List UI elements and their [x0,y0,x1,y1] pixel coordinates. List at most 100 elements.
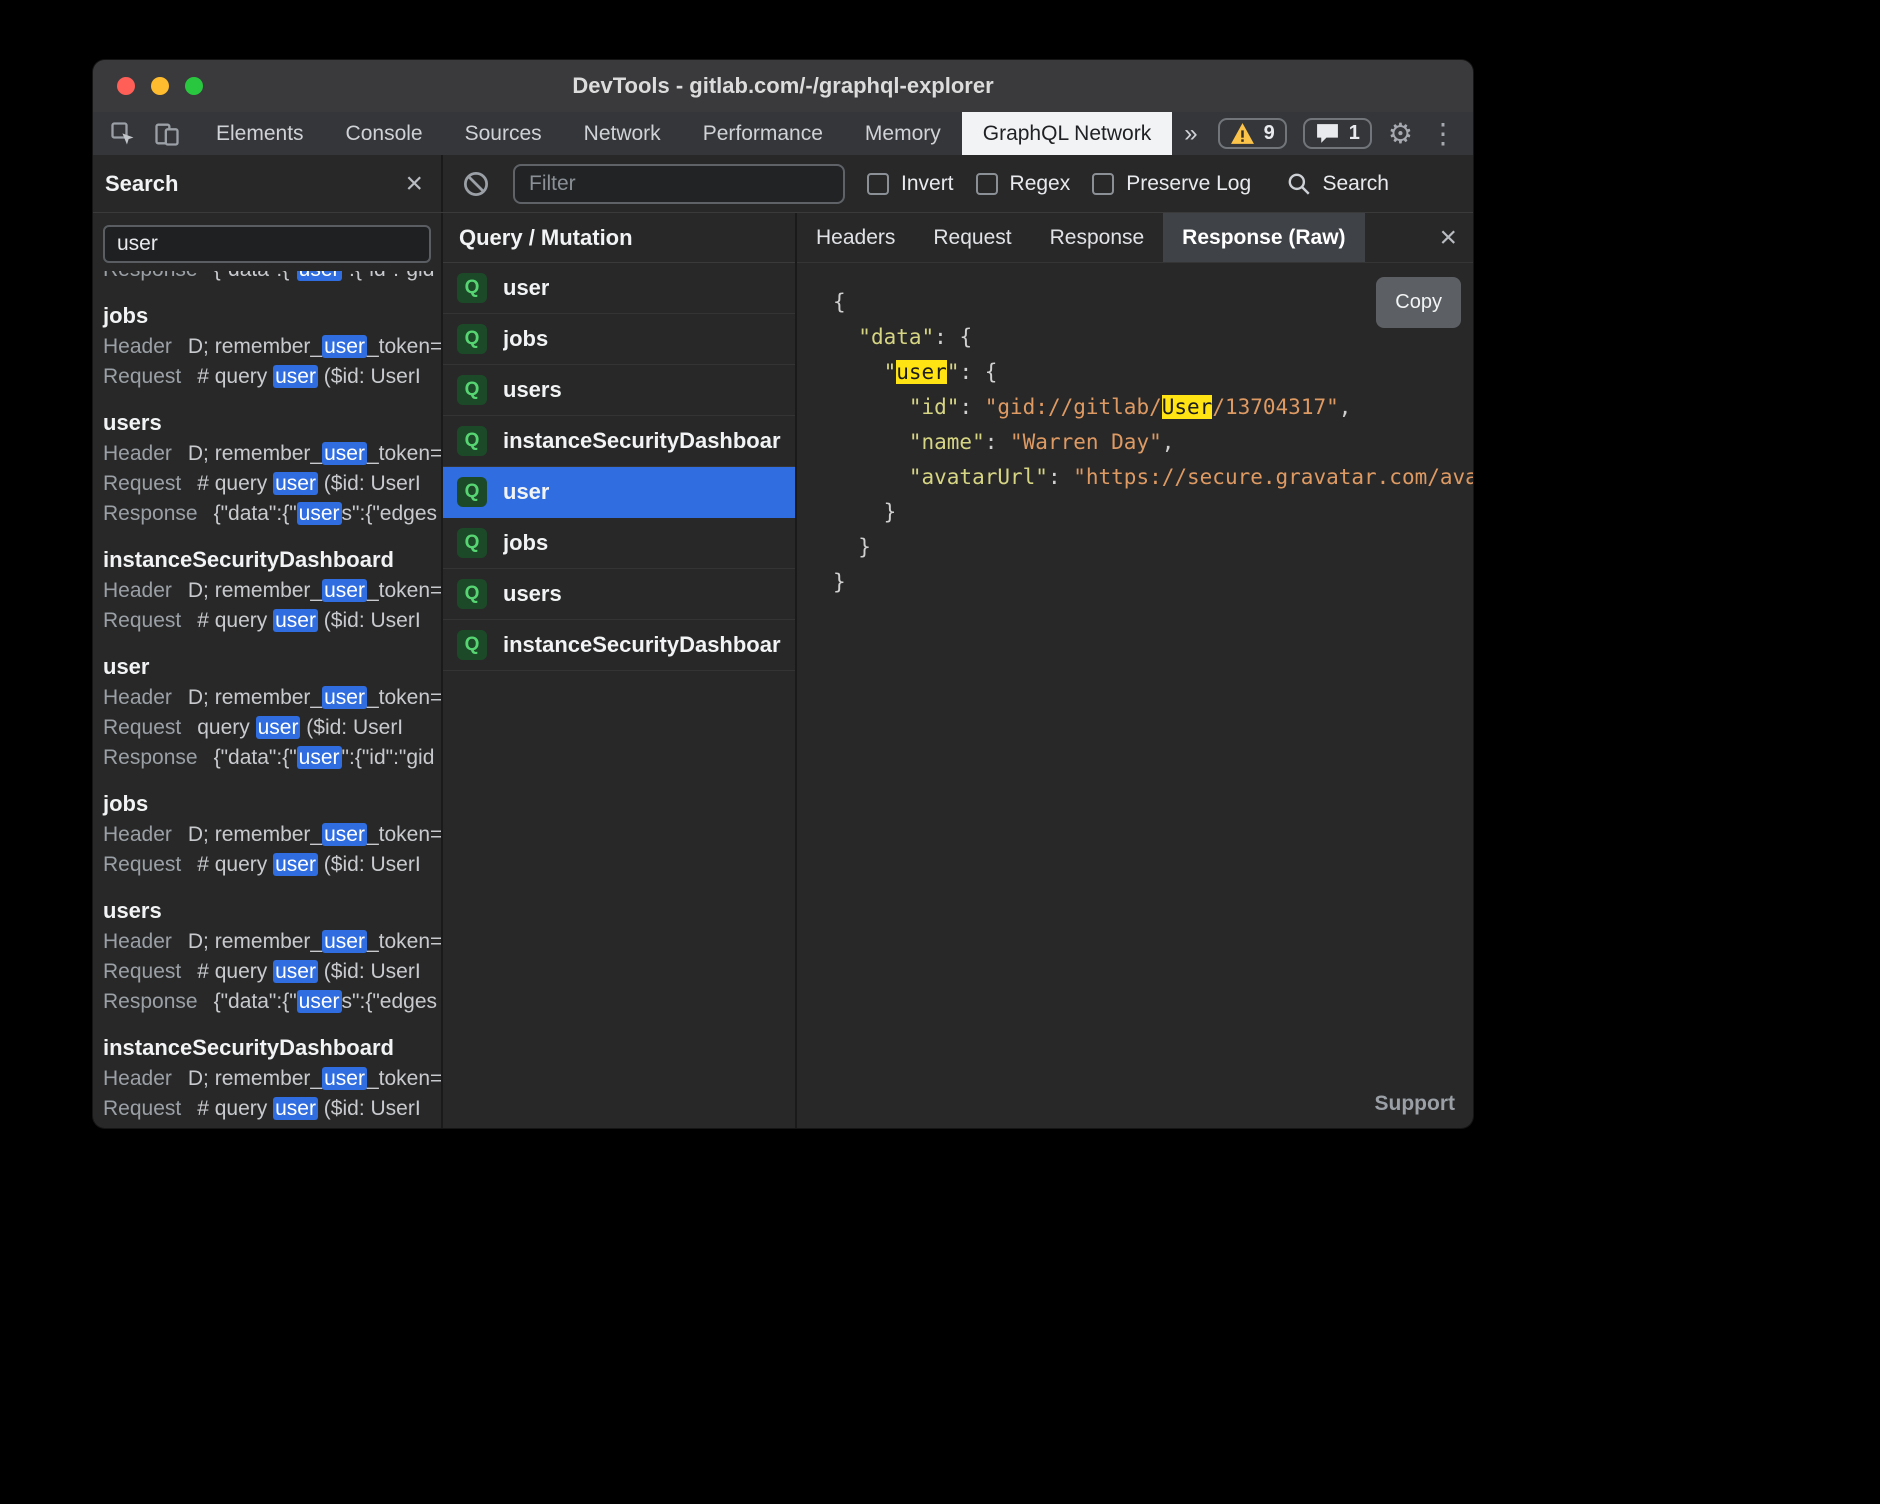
search-result-group: usersHeaderD; remember_user_token=eReque… [103,407,441,529]
kebab-menu-icon[interactable]: ⋮ [1429,120,1457,148]
query-label: users [503,377,562,403]
close-search-panel-icon[interactable]: × [405,169,423,199]
query-list-panel: Query / Mutation QuserQjobsQusersQinstan… [443,213,797,1128]
search-result-text: # query [197,960,273,983]
device-toolbar-icon[interactable] [153,120,181,148]
clear-ban-icon[interactable] [461,169,491,199]
search-result-line[interactable]: Response{"data":{"users":{"edges [103,499,441,529]
issues-badge[interactable]: 1 [1303,118,1372,149]
search-result-line[interactable]: Requestquery user ($id: UserI [103,713,441,743]
query-list-item[interactable]: Qusers [443,365,795,416]
support-link[interactable]: Support [1375,1092,1455,1116]
search-result-group-title[interactable]: jobs [103,300,441,332]
code-token: , [1339,395,1352,419]
search-result-line-label: Response [103,502,198,525]
search-result-line[interactable]: Request# query user ($id: UserI [103,1094,441,1124]
search-result-group-title[interactable]: users [103,895,441,927]
query-list-item[interactable]: Qusers [443,569,795,620]
preserve-log-checkbox[interactable] [1092,173,1114,195]
close-window-button[interactable] [117,77,135,95]
query-list-item[interactable]: Quser [443,467,795,518]
tab-sources[interactable]: Sources [444,112,563,155]
search-result-group-title[interactable]: instanceSecurityDashboard [103,1032,441,1064]
search-match-highlight: user [896,360,947,384]
more-tabs-chevron[interactable]: » [1172,112,1209,155]
search-input[interactable] [103,225,431,263]
search-result-line[interactable]: HeaderD; remember_user_token=e [103,927,441,957]
query-list-item[interactable]: Quser [443,263,795,314]
search-result-line[interactable]: HeaderD; remember_user_token=e [103,576,441,606]
inspect-element-icon[interactable] [109,120,137,148]
regex-checkbox-group[interactable]: Regex [976,172,1071,196]
search-result-line[interactable]: HeaderD; remember_user_token=e [103,1064,441,1094]
settings-gear-icon[interactable]: ⚙ [1388,120,1413,148]
search-result-line[interactable]: Request# query user ($id: UserI [103,606,441,636]
code-token [833,360,884,384]
warnings-badge[interactable]: 9 [1218,118,1287,149]
search-result-line[interactable]: HeaderD; remember_user_token=e [103,820,441,850]
tab-graphql-network[interactable]: GraphQL Network [962,112,1172,155]
invert-checkbox-group[interactable]: Invert [867,172,954,196]
query-type-badge: Q [457,528,487,558]
search-result-line[interactable]: Response{"data":{"user":{"id":"gid [103,271,441,285]
query-label: instanceSecurityDashboard [503,632,781,658]
search-result-line[interactable]: Request# query user ($id: UserI [103,362,441,392]
close-detail-panel-icon[interactable]: × [1439,223,1457,253]
code-line: } [833,530,1473,565]
search-result-line[interactable]: HeaderD; remember_user_token=e [103,332,441,362]
toolbar-search-button[interactable]: Search [1286,171,1389,197]
tab-console[interactable]: Console [325,112,444,155]
search-result-text: ($id: UserI [318,365,421,388]
search-match-highlight: user [322,335,367,358]
maximize-window-button[interactable] [185,77,203,95]
search-result-line-label: Response [103,271,198,281]
search-result-group-title[interactable]: jobs [103,788,441,820]
tab-memory[interactable]: Memory [844,112,962,155]
search-result-line[interactable]: Response{"data":{"user":{"id":"gid [103,743,441,773]
tab-headers[interactable]: Headers [797,213,914,262]
query-list-item[interactable]: Qjobs [443,314,795,365]
search-result-line[interactable]: Request# query user ($id: UserI [103,850,441,880]
code-token: "https://secure.gravatar.com/avatar [1073,465,1473,489]
search-result-line[interactable]: Response{"data":{"users":{"edges [103,987,441,1017]
query-type-badge: Q [457,477,487,507]
query-list-header: Query / Mutation [443,213,795,263]
query-list-item[interactable]: QinstanceSecurityDashboard [443,416,795,467]
main-content: Response{"data":{"user":{"id":"gidjobsHe… [93,213,1473,1128]
code-line: } [833,495,1473,530]
search-result-line-label: Request [103,472,181,495]
tab-response[interactable]: Response [1031,213,1164,262]
code-token: "name" [909,430,985,454]
search-result-group-title[interactable]: users [103,407,441,439]
invert-checkbox[interactable] [867,173,889,195]
regex-checkbox[interactable] [976,173,998,195]
tab-performance[interactable]: Performance [682,112,844,155]
devtools-tabbar: Elements Console Sources Network Perform… [93,112,1473,155]
minimize-window-button[interactable] [151,77,169,95]
copy-button[interactable]: Copy [1376,277,1461,328]
search-match-highlight: User [1162,395,1213,419]
search-result-line[interactable]: Request# query user ($id: UserI [103,469,441,499]
search-result-text: D; remember_ [188,579,322,602]
search-result-text: _token=e [367,579,441,602]
search-result-line[interactable]: HeaderD; remember_user_token=e [103,439,441,469]
query-list-item[interactable]: QinstanceSecurityDashboard [443,620,795,671]
code-token: } [833,570,846,594]
tab-request[interactable]: Request [914,213,1030,262]
tab-network[interactable]: Network [563,112,682,155]
search-result-group-title[interactable]: user [103,651,441,683]
search-result-text: {"data":{" [214,271,297,281]
tab-elements[interactable]: Elements [195,112,325,155]
code-token: : [934,325,959,349]
detail-panel: Headers Request Response Response (Raw) … [797,213,1473,1128]
search-match-highlight: user [273,609,318,632]
search-result-line[interactable]: Request# query user ($id: UserI [103,957,441,987]
code-line: "name": "Warren Day", [833,425,1473,460]
search-result-group-title[interactable]: instanceSecurityDashboard [103,544,441,576]
query-list-item[interactable]: Qjobs [443,518,795,569]
search-match-highlight: user [322,1067,367,1090]
tab-response-raw[interactable]: Response (Raw) [1163,213,1364,262]
filter-input[interactable] [513,164,845,204]
preserve-log-checkbox-group[interactable]: Preserve Log [1092,172,1251,196]
search-result-line[interactable]: HeaderD; remember_user_token=e [103,683,441,713]
